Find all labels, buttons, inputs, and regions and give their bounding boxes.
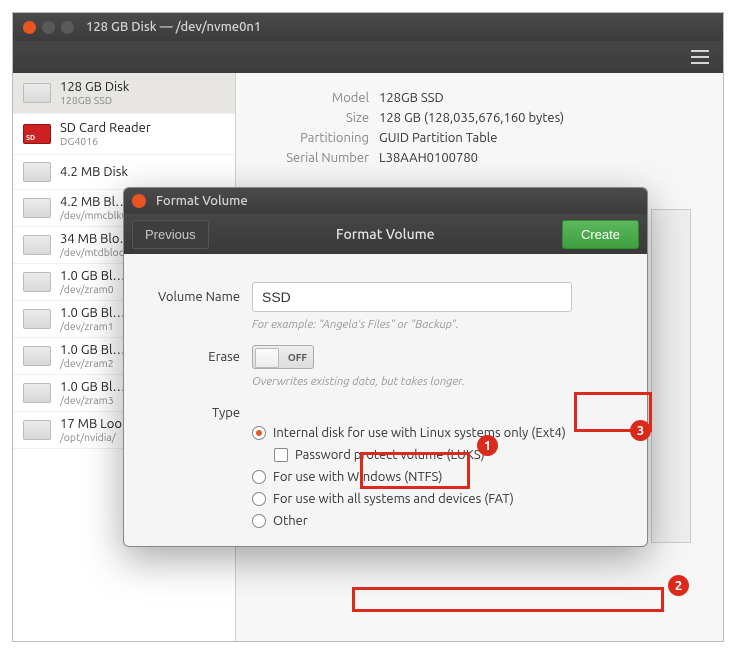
serial-label: Serial Number	[264, 151, 369, 165]
disk-name: 1.0 GB Bl…	[60, 380, 125, 394]
disk-sub: /dev/zram0	[60, 283, 125, 295]
size-label: Size	[264, 111, 369, 125]
window-close-icon[interactable]	[23, 21, 36, 34]
disk-name: 4.2 MB Disk	[60, 165, 128, 179]
annotation-callout-2: 2	[668, 575, 689, 596]
window-title: 128 GB Disk — /dev/nvme0n1	[86, 20, 261, 34]
hard-disk-icon	[23, 309, 51, 329]
annotation-callout-1: 1	[477, 435, 498, 456]
disk-item[interactable]: 128 GB Disk128GB SSD	[13, 73, 235, 114]
dialog-close-icon[interactable]	[132, 194, 146, 208]
type-option-label: Internal disk for use with Linux systems…	[273, 426, 566, 440]
volume-name-input[interactable]	[252, 282, 572, 312]
menubar	[13, 41, 723, 73]
disk-sub: /dev/zram1	[60, 320, 125, 332]
disk-name: SD Card Reader	[60, 121, 151, 135]
disk-sub: /dev/zram2	[60, 357, 125, 369]
type-option[interactable]: Other	[252, 510, 623, 532]
disk-sub: /dev/zram3	[60, 394, 125, 406]
previous-button[interactable]: Previous	[132, 220, 209, 249]
volume-name-label: Volume Name	[148, 290, 240, 304]
disk-name: 1.0 GB Bl…	[60, 306, 125, 320]
hamburger-icon[interactable]	[691, 50, 709, 64]
model-label: Model	[264, 91, 369, 105]
disk-sub: 128GB SSD	[60, 94, 129, 106]
hard-disk-icon	[23, 162, 51, 182]
type-option[interactable]: For use with all systems and devices (FA…	[252, 488, 623, 510]
radio-icon[interactable]	[252, 470, 266, 484]
type-option-label: For use with all systems and devices (FA…	[273, 492, 514, 506]
window-min-icon[interactable]	[42, 21, 55, 34]
radio-icon[interactable]	[252, 514, 266, 528]
serial-value: L38AAH0100780	[379, 151, 478, 165]
sd-card-icon	[23, 124, 51, 144]
disk-name: 1.0 GB Bl…	[60, 269, 125, 283]
type-option-label: Other	[273, 514, 308, 528]
volume-name-help: For example: "Angela's Files" or "Backup…	[252, 318, 623, 331]
hard-disk-icon	[23, 346, 51, 366]
hard-disk-icon	[23, 420, 51, 440]
window-max-icon[interactable]	[61, 21, 74, 34]
annotation-callout-3: 3	[630, 420, 651, 441]
size-value: 128 GB (128,035,676,160 bytes)	[379, 111, 564, 125]
radio-icon[interactable]	[252, 426, 266, 440]
format-volume-dialog: Format Volume Previous Format Volume Cre…	[123, 187, 648, 547]
dialog-titlebar: Format Volume	[124, 188, 647, 214]
disk-item[interactable]: 4.2 MB Disk	[13, 155, 235, 190]
type-option-label: Password protect volume (LUKS)	[295, 448, 485, 462]
checkbox-icon[interactable]	[274, 448, 288, 462]
hard-disk-icon	[23, 383, 51, 403]
erase-toggle[interactable]: OFF	[252, 345, 314, 369]
type-label: Type	[148, 406, 240, 420]
hard-disk-icon	[23, 198, 51, 218]
hard-disk-icon	[23, 235, 51, 255]
hard-disk-icon	[23, 83, 51, 103]
radio-icon[interactable]	[252, 492, 266, 506]
partitioning-value: GUID Partition Table	[379, 131, 497, 145]
type-option[interactable]: Password protect volume (LUKS)	[274, 444, 623, 466]
create-button[interactable]: Create	[562, 220, 639, 249]
volume-map	[651, 209, 691, 543]
partitioning-label: Partitioning	[264, 131, 369, 145]
disk-name: 128 GB Disk	[60, 80, 129, 94]
erase-help: Overwrites existing data, but takes long…	[252, 375, 623, 388]
dialog-header-title: Format Volume	[336, 226, 435, 242]
hard-disk-icon	[23, 272, 51, 292]
erase-label: Erase	[148, 350, 240, 364]
disk-name: 1.0 GB Bl…	[60, 343, 125, 357]
type-options: Internal disk for use with Linux systems…	[252, 422, 623, 532]
disk-item[interactable]: SD Card ReaderDG4016	[13, 114, 235, 155]
disk-sub: DG4016	[60, 135, 151, 147]
type-option-label: For use with Windows (NTFS)	[273, 470, 442, 484]
type-option[interactable]: For use with Windows (NTFS)	[252, 466, 623, 488]
dialog-title: Format Volume	[156, 194, 248, 208]
type-option[interactable]: Internal disk for use with Linux systems…	[252, 422, 623, 444]
window-titlebar: 128 GB Disk — /dev/nvme0n1	[13, 13, 723, 41]
model-value: 128GB SSD	[379, 91, 444, 105]
